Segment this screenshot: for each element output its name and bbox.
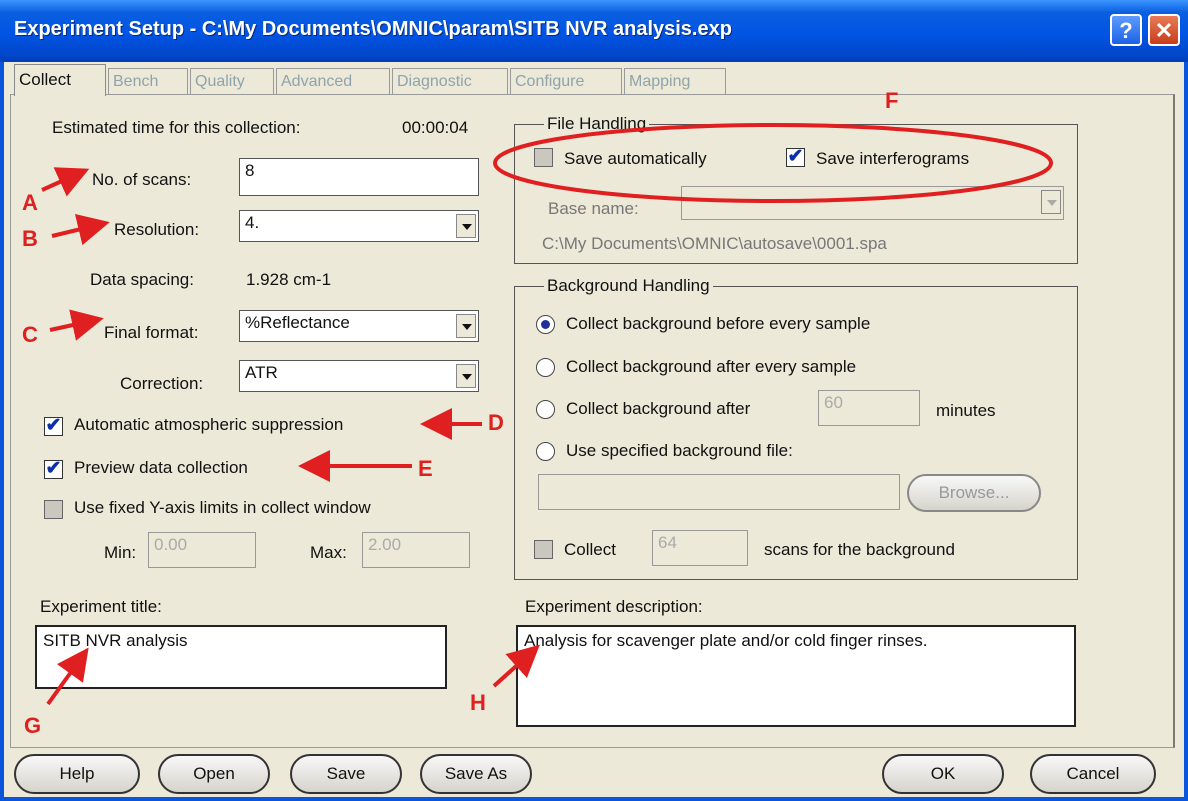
arrow-g: [46, 647, 89, 706]
arrow-b: [51, 214, 110, 246]
annotation-overlay: [41, 123, 1053, 706]
annotation-c: C: [22, 322, 38, 347]
arrow-h: [492, 644, 540, 688]
annotation-b: B: [22, 226, 38, 251]
tab-collect[interactable]: Collect: [14, 64, 106, 96]
highlight-ellipse-f: [493, 123, 1053, 203]
annotation-g: G: [24, 713, 42, 738]
arrow-a: [41, 167, 90, 197]
annotation-e: E: [418, 456, 433, 481]
annotation-a: A: [22, 190, 38, 215]
annotation-d: D: [488, 410, 504, 435]
annotation-f: F: [885, 88, 899, 113]
arrow-c: [49, 309, 104, 341]
annotation-h: H: [470, 690, 486, 715]
